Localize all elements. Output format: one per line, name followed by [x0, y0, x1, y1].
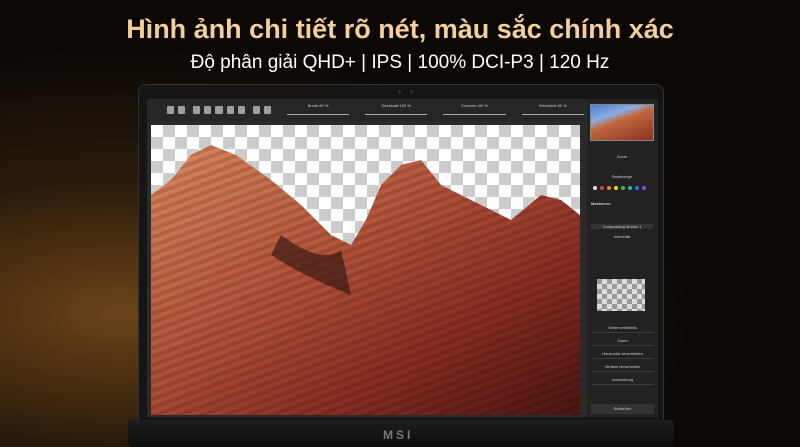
- msi-logo: MSI: [383, 428, 414, 442]
- slider-label: Konturen 80 %: [461, 103, 488, 108]
- color-swatch[interactable]: [621, 186, 625, 190]
- color-swatch[interactable]: [600, 186, 604, 190]
- section-vertical-shift[interactable]: Vertikal verschieben: [591, 362, 654, 372]
- section-orientation[interactable]: Ausrichtung: [591, 375, 654, 385]
- mask-title: Maskieren: [591, 201, 611, 206]
- color-swatch[interactable]: [628, 186, 632, 190]
- rotate-icon[interactable]: [215, 106, 223, 114]
- wave-rock-photo: [151, 145, 580, 415]
- color-swatch[interactable]: [607, 186, 611, 190]
- zoom-slider[interactable]: Zoom: [591, 154, 653, 159]
- fill-icon[interactable]: [178, 106, 186, 114]
- compositing-mode-select[interactable]: Compositing Modus 1: [591, 224, 653, 229]
- mask-preview: [597, 279, 645, 311]
- subheadline: Độ phân giải QHD+ | IPS | 100% DCI-P3 | …: [190, 52, 610, 73]
- headline: Hình ảnh chi tiết rõ nét, màu sắc chính …: [126, 14, 674, 44]
- section-zoom[interactable]: Zoom: [591, 336, 654, 346]
- contour-slider[interactable]: Konturen 80 %: [443, 103, 506, 117]
- select-icon[interactable]: [252, 106, 260, 114]
- width-slider[interactable]: Breite 80 %: [286, 103, 350, 117]
- transform-icon[interactable]: [263, 106, 271, 114]
- right-panel: Zoom Radierenge Maskieren Compositing Mo…: [587, 99, 658, 417]
- color-icon[interactable]: [237, 106, 245, 114]
- opacity-slider[interactable]: Deckkraft 100 %: [365, 103, 428, 117]
- color-swatch[interactable]: [614, 186, 618, 190]
- navigator-thumbnail[interactable]: [590, 104, 654, 141]
- slider-label: Weichheit 80 %: [539, 103, 567, 108]
- brush-size-slider[interactable]: Radierenge: [591, 174, 653, 179]
- toolbar: Breite 80 % Deckkraft 100 % Konturen 80 …: [147, 99, 584, 121]
- section-horizontal-shift[interactable]: Horizontal verschieben: [591, 349, 654, 359]
- color-swatches: [593, 186, 646, 190]
- brush-icon[interactable]: [167, 106, 175, 114]
- section-aspect-ratio[interactable]: Seitenverhältnis: [591, 323, 654, 333]
- eraser-icon[interactable]: [193, 106, 201, 114]
- color-swatch[interactable]: [642, 186, 646, 190]
- color-swatch[interactable]: [635, 186, 639, 190]
- pen-icon[interactable]: [226, 106, 234, 114]
- webcam: [398, 90, 401, 93]
- color-swatch[interactable]: [593, 186, 597, 190]
- photo-editor-app: Breite 80 % Deckkraft 100 % Konturen 80 …: [147, 99, 658, 417]
- softness-slider[interactable]: Weichheit 80 %: [521, 103, 584, 117]
- stamp-icon[interactable]: [204, 106, 212, 114]
- intensity-slider[interactable]: Intensität: [591, 234, 653, 239]
- slider-label: Deckkraft 100 %: [381, 103, 412, 108]
- close-button[interactable]: Schließen: [591, 404, 654, 414]
- webcam-sensor: [410, 90, 413, 93]
- image-canvas[interactable]: [151, 125, 580, 415]
- slider-label: Breite 80 %: [307, 103, 329, 108]
